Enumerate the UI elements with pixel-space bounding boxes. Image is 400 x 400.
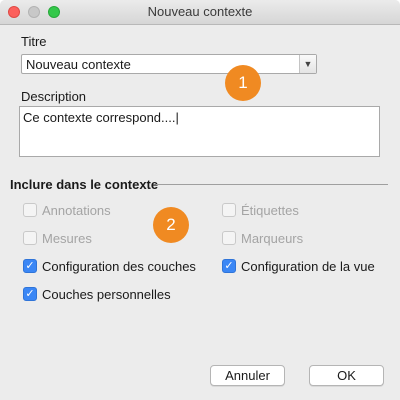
checkbox-couches-perso-label: Couches personnelles bbox=[42, 286, 171, 302]
checkbox-annotations-box[interactable] bbox=[23, 203, 37, 217]
title-bar[interactable]: Nouveau contexte bbox=[0, 0, 400, 25]
checkmark-icon[interactable]: ✓ bbox=[23, 259, 37, 273]
title-label: Titre bbox=[21, 34, 47, 49]
checkbox-config-vue[interactable]: ✓ Configuration de la vue bbox=[222, 257, 375, 275]
checkbox-config-couches[interactable]: ✓ Configuration des couches bbox=[23, 257, 196, 275]
checkbox-etiquettes-label: Étiquettes bbox=[241, 202, 299, 218]
checkbox-marqueurs-label: Marqueurs bbox=[241, 230, 304, 246]
chevron-down-icon[interactable]: ▼ bbox=[299, 55, 316, 73]
section-divider bbox=[156, 184, 388, 185]
checkbox-config-couches-label: Configuration des couches bbox=[42, 258, 196, 274]
description-textarea[interactable]: Ce contexte correspond....| bbox=[19, 106, 380, 157]
checkbox-annotations[interactable]: Annotations bbox=[23, 201, 111, 219]
checkbox-annotations-label: Annotations bbox=[42, 202, 111, 218]
section-title: Inclure dans le contexte bbox=[10, 177, 159, 192]
checkbox-config-vue-label: Configuration de la vue bbox=[241, 258, 375, 274]
checkbox-etiquettes[interactable]: Étiquettes bbox=[222, 201, 299, 219]
checkbox-marqueurs[interactable]: Marqueurs bbox=[222, 229, 303, 247]
dialog-window: Nouveau contexte Titre Nouveau contexte … bbox=[0, 0, 400, 400]
title-combobox-value[interactable]: Nouveau contexte bbox=[26, 57, 131, 72]
description-label: Description bbox=[21, 89, 87, 104]
checkbox-etiquettes-box[interactable] bbox=[222, 203, 236, 217]
description-text[interactable]: Ce contexte correspond....| bbox=[23, 110, 179, 125]
checkbox-marqueurs-box[interactable] bbox=[222, 231, 236, 245]
callout-badge-1: 1 bbox=[225, 65, 261, 101]
checkbox-mesures-box[interactable] bbox=[23, 231, 37, 245]
title-combobox[interactable]: Nouveau contexte ▼ bbox=[21, 54, 317, 74]
checkbox-mesures-label: Mesures bbox=[42, 230, 92, 246]
checkbox-mesures[interactable]: Mesures bbox=[23, 229, 92, 247]
checkbox-couches-perso[interactable]: ✓ Couches personnelles bbox=[23, 285, 171, 303]
callout-badge-2: 2 bbox=[153, 207, 189, 243]
checkmark-icon[interactable]: ✓ bbox=[23, 287, 37, 301]
checkmark-icon[interactable]: ✓ bbox=[222, 259, 236, 273]
ok-button[interactable]: OK bbox=[309, 365, 384, 386]
cancel-button[interactable]: Annuler bbox=[210, 365, 285, 386]
window-title: Nouveau contexte bbox=[147, 4, 253, 19]
